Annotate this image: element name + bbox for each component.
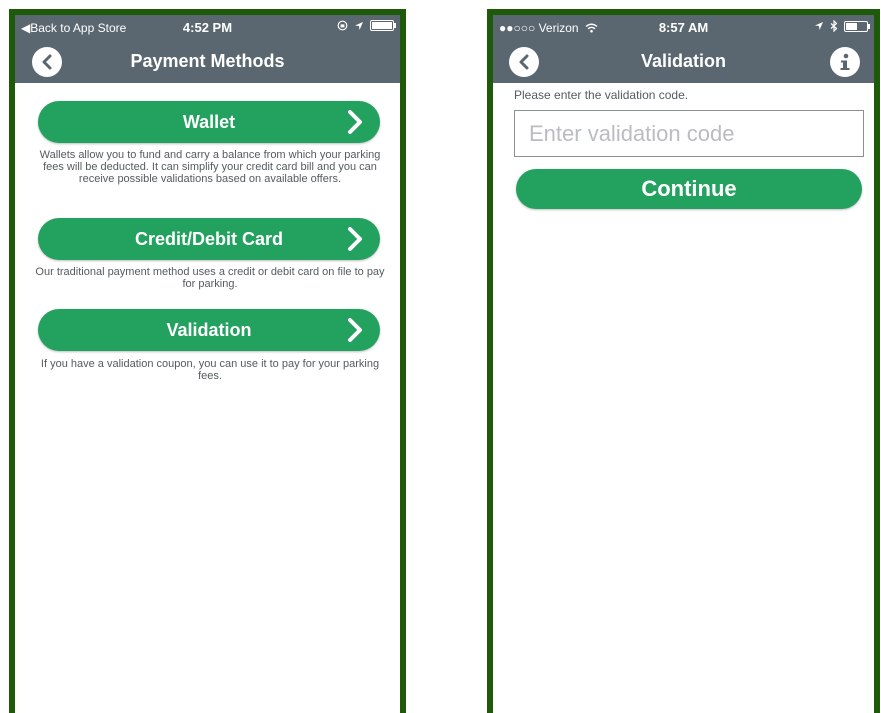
status-icons [814,20,870,32]
credit-debit-card-button-label: Credit/Debit Card [134,229,284,249]
validation-code-input[interactable] [514,110,864,157]
validation-button[interactable]: Validation [38,309,380,351]
status-bar: ●●○○○ Verizon 8:57 AM [493,15,874,41]
location-arrow-icon [815,22,823,30]
battery-icon [370,20,396,31]
wallet-button-label: Wallet [182,112,236,132]
battery-icon [844,20,870,32]
page-title: Payment Methods [130,51,285,71]
credit-debit-card-description: Our traditional payment method uses a cr… [35,266,385,290]
validation-description: If you have a validation coupon, you can… [40,358,380,382]
page-title: Validation [640,51,727,71]
continue-button[interactable]: Continue [516,169,862,209]
orientation-lock-icon [337,20,348,31]
bluetooth-icon [830,20,838,32]
nav-bar: Payment Methods [15,41,400,83]
validation-screen: ●●○○○ Verizon 8:57 AM Validation Please … [487,9,880,713]
validation-prompt: Please enter the validation code. [514,88,689,102]
payment-methods-screen: ◀Back to App Store 4:52 PM Payment Metho… [9,9,406,713]
chevron-right-icon [348,318,362,342]
status-icons [337,20,396,31]
info-button[interactable] [830,47,860,77]
chevron-right-icon [348,227,362,251]
wallet-description: Wallets allow you to fund and carry a ba… [39,149,381,185]
chevron-right-icon [348,110,362,134]
location-arrow-icon [355,21,363,30]
wallet-button[interactable]: Wallet [38,101,380,143]
validation-button-label: Validation [166,320,252,340]
status-bar: ◀Back to App Store 4:52 PM [15,15,400,41]
nav-bar: Validation [493,41,874,83]
info-icon [840,53,850,70]
credit-debit-card-button[interactable]: Credit/Debit Card [38,218,380,260]
